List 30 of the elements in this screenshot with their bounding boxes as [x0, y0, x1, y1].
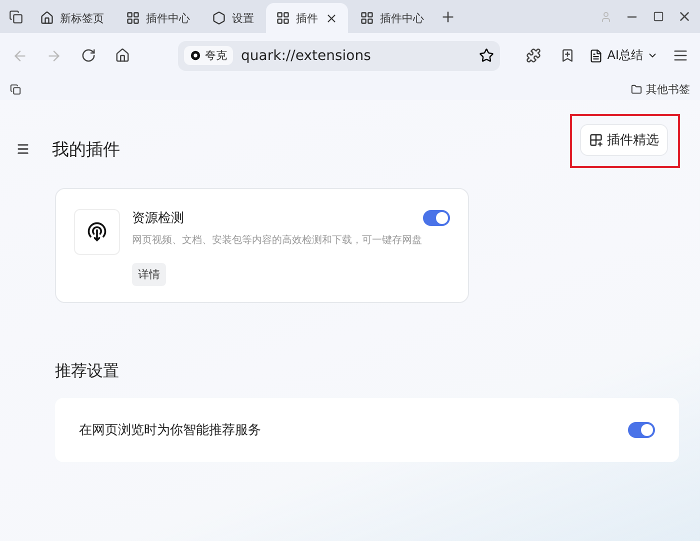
extension-name: 资源检测 — [132, 210, 184, 227]
featured-button[interactable]: 插件精选 — [580, 124, 668, 156]
browser-tab[interactable]: 设置 — [202, 3, 264, 33]
grid-icon — [276, 11, 290, 25]
folder-icon — [631, 84, 642, 94]
url-text: quark://extensions — [241, 48, 372, 64]
document-icon — [589, 48, 604, 62]
setting-label: 在网页浏览时为你智能推荐服务 — [79, 422, 261, 439]
page-title: 我的插件 — [52, 138, 120, 160]
details-button[interactable]: 详情 — [132, 263, 166, 286]
grid-plus-icon — [589, 133, 603, 147]
home-icon — [40, 11, 54, 25]
address-bar[interactable]: 夸克 quark://extensions — [178, 40, 500, 70]
extension-description: 网页视频、文档、安装包等内容的高效检测和下载，可一键存网盘 — [132, 234, 423, 248]
grid-icon — [126, 11, 140, 25]
ai-summary-button[interactable]: AI总结 — [589, 47, 658, 64]
search-engine-badge[interactable]: 夸克 — [184, 46, 233, 65]
antenna-icon — [86, 221, 108, 243]
star-icon[interactable] — [479, 48, 494, 63]
close-icon[interactable] — [325, 12, 338, 24]
browser-tab[interactable]: 插件中心 — [350, 3, 434, 33]
grid-icon — [360, 11, 374, 25]
browser-tab[interactable]: 插件中心 — [116, 3, 200, 33]
browser-tab[interactable]: 插件 — [266, 3, 348, 33]
bookmark-folder[interactable]: 其他书签 — [646, 82, 690, 96]
section-title: 推荐设置 — [55, 361, 120, 382]
menu-icon[interactable] — [16, 142, 30, 156]
browser-tab[interactable]: 新标签页 — [30, 3, 114, 33]
toggle-switch[interactable] — [628, 422, 655, 438]
toggle-switch[interactable] — [423, 210, 450, 226]
